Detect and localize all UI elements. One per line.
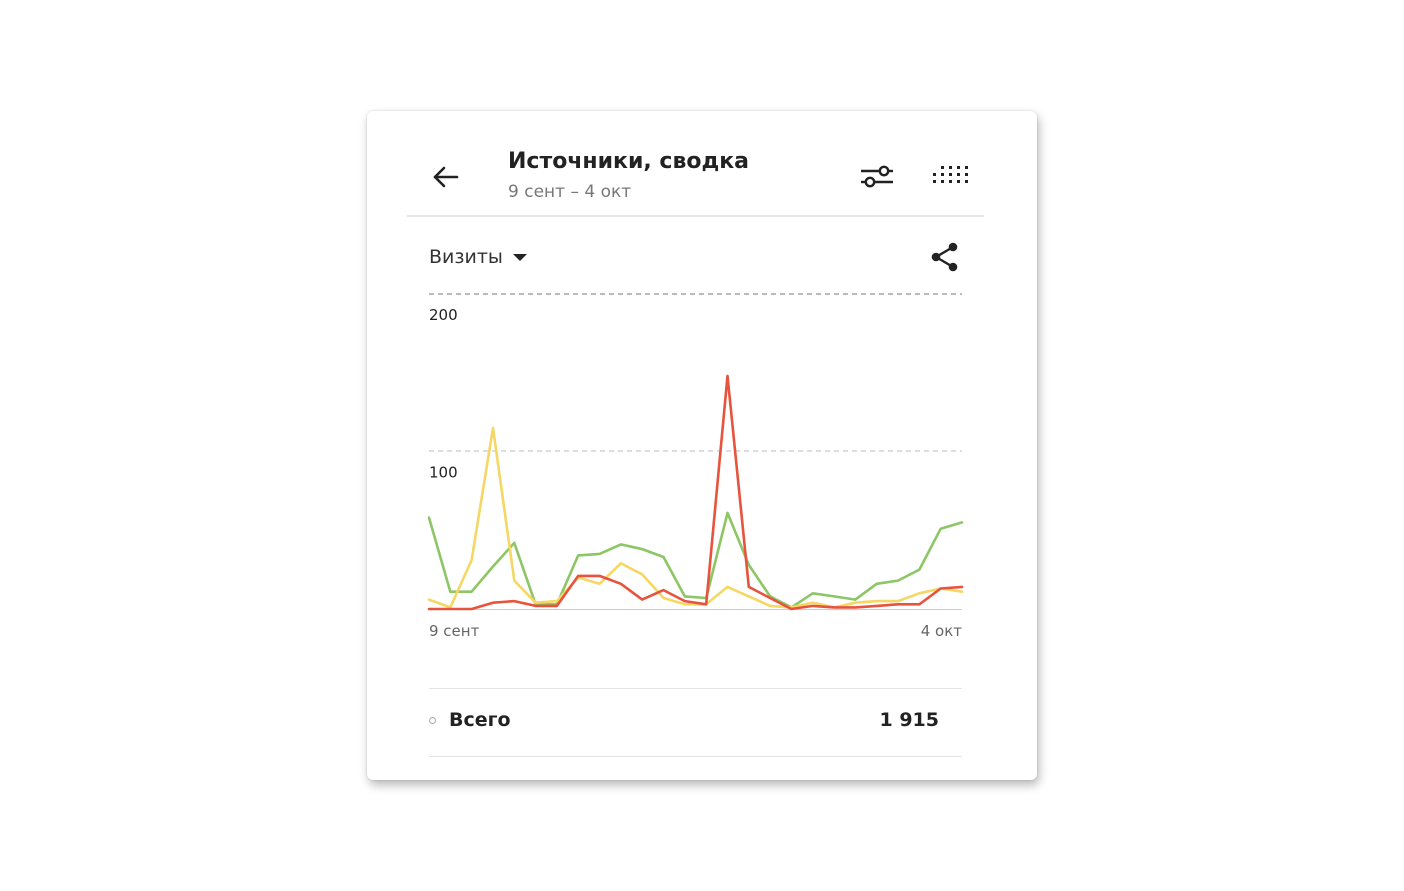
x-tick-label-end: 4 окт [921,622,963,640]
y-tick-label-100: 100 [429,464,458,482]
report-card: Источники, сводка 9 сент – 4 окт Визиты … [367,111,1037,780]
series-line-green [427,511,964,609]
total-bottom-divider [429,756,962,757]
total-label: Всего [449,709,511,731]
visits-line-chart: 100 200 9 сент 4 окт [427,293,964,640]
series-toggle-dot[interactable] [429,717,436,724]
total-value: 1 915 [879,709,940,731]
series-line-red [427,374,964,611]
total-row[interactable]: Всего 1 915 [429,689,962,755]
x-tick-label-start: 9 сент [429,622,480,640]
y-tick-label-200: 200 [429,306,458,324]
series-line-yellow [427,426,964,609]
